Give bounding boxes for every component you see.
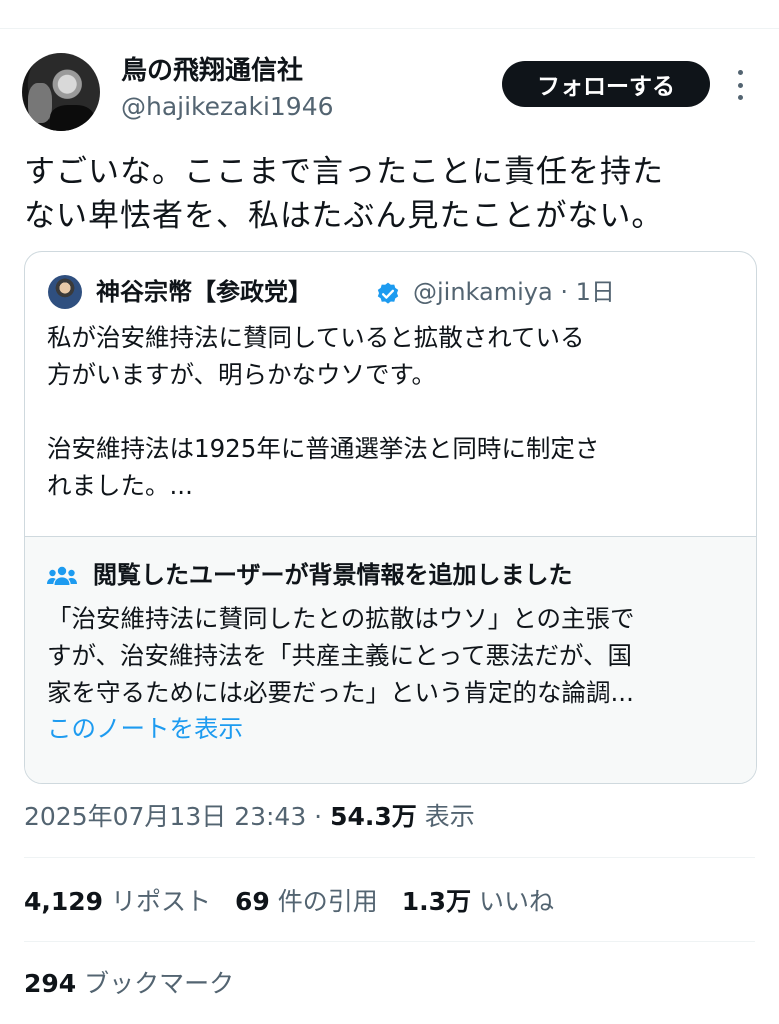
reposts-stat[interactable]: 4,129 リポスト: [24, 887, 211, 916]
likes-count: 1.3万: [401, 887, 472, 916]
timestamp-row: 2025年07月13日 23:43 · 54.3万 表示: [24, 799, 475, 835]
author-avatar[interactable]: [22, 53, 100, 131]
quoted-tweet-card[interactable]: 神谷宗幣【参政党】 @jinkamiya · 1日 私が治安維持法に賛同している…: [24, 251, 757, 784]
author-handle[interactable]: @hajikezaki1946: [121, 90, 334, 124]
views-count: 54.3万: [330, 802, 417, 831]
quote-text: 私が治安維持法に賛同していると拡散されている 方がいますが、明らかなウソです。 …: [47, 323, 600, 500]
reposts-count: 4,129: [24, 887, 104, 916]
quotes-count: 69: [235, 887, 270, 916]
note-text: 「治安維持法に賛同したとの拡散はウソ」との主張で すが、治安維持法を「共産主義に…: [47, 604, 635, 707]
reposts-label: リポスト: [103, 887, 212, 916]
tweet-text: すごいな。ここまで言ったことに責任を持た ない卑怯者を、私はたぶん見たことがない…: [24, 154, 664, 234]
bookmarks-label: ブックマーク: [76, 969, 235, 998]
author-display-name[interactable]: 鳥の飛翔通信社: [121, 54, 303, 88]
bookmarks-count: 294: [24, 969, 77, 998]
timestamp[interactable]: 2025年07月13日 23:43 ·: [24, 802, 330, 831]
divider: [24, 857, 755, 858]
top-divider: [0, 28, 779, 29]
divider: [24, 941, 755, 942]
views-label: 表示: [416, 802, 475, 831]
show-note-link[interactable]: このノートを表示: [47, 712, 243, 746]
follow-button[interactable]: フォローする: [502, 61, 710, 107]
more-icon[interactable]: [735, 70, 745, 100]
stats-row: 4,129 リポスト 69 件の引用 1.3万 いいね: [24, 884, 578, 920]
quotes-stat[interactable]: 69 件の引用: [235, 887, 378, 916]
quote-avatar[interactable]: [48, 275, 82, 309]
community-note[interactable]: 閲覧したユーザーが背景情報を追加しました 「治安維持法に賛同したとの拡散はウソ」…: [25, 536, 756, 783]
quote-display-name[interactable]: 神谷宗幣【参政党】: [96, 276, 312, 308]
bookmarks-stat[interactable]: 294 ブックマーク: [24, 966, 234, 1002]
quotes-label: 件の引用: [269, 887, 378, 916]
likes-label: いいね: [471, 887, 555, 916]
note-title: 閲覧したユーザーが背景情報を追加しました: [93, 561, 573, 589]
community-notes-icon: [47, 566, 77, 585]
quote-handle-time[interactable]: @jinkamiya · 1日: [413, 276, 615, 308]
likes-stat[interactable]: 1.3万 いいね: [402, 887, 554, 916]
verified-icon: [377, 282, 399, 304]
